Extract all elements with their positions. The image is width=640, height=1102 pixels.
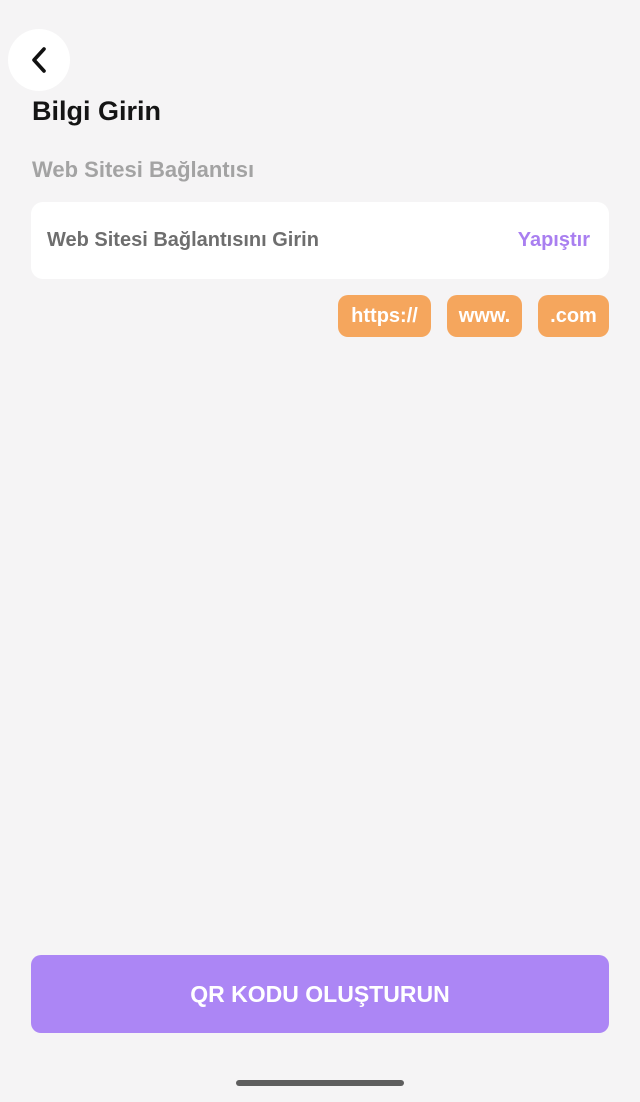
generate-qr-button[interactable]: QR KODU OLUŞTURUN — [31, 955, 609, 1033]
chevron-left-icon — [30, 46, 48, 74]
paste-button[interactable]: Yapıştır — [518, 202, 590, 279]
page-title: Bilgi Girin — [32, 96, 162, 126]
www-chip[interactable]: www. — [447, 295, 522, 337]
back-button[interactable] — [8, 29, 70, 91]
url-input[interactable] — [47, 202, 487, 279]
home-indicator — [236, 1080, 404, 1086]
url-field: Yapıştır — [31, 202, 609, 279]
https-chip[interactable]: https:// — [338, 295, 431, 337]
com-chip[interactable]: .com — [538, 295, 609, 337]
section-label: Web Sitesi Bağlantısı — [32, 157, 255, 182]
